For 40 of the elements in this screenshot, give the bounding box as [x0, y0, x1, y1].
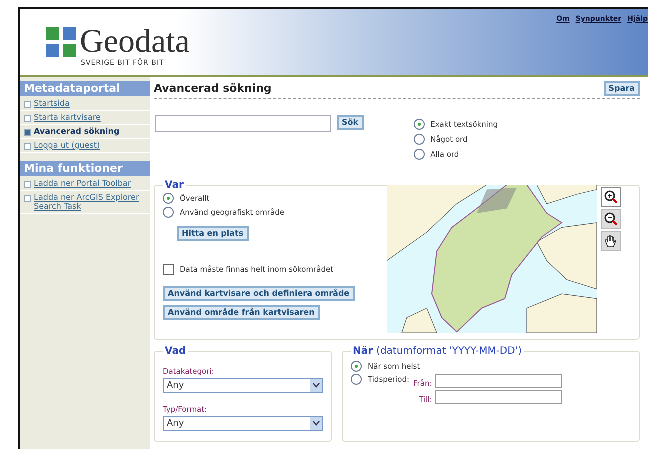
sidebar-heading: Metadataportal — [20, 81, 150, 96]
radio-button[interactable] — [351, 374, 362, 385]
radio-button[interactable] — [351, 361, 362, 372]
page-title: Avancerad sökning — [154, 82, 272, 95]
map-action-button[interactable]: Använd kartvisare och definiera område — [163, 286, 355, 301]
logo-wordmark: Geodata — [80, 25, 190, 59]
map-action-button[interactable]: Använd område från kartvisaren — [163, 305, 320, 320]
sidebar-link[interactable]: Avancerad sökning — [20, 125, 150, 139]
search-field[interactable] — [155, 115, 331, 132]
map-tool-button[interactable] — [601, 209, 621, 229]
radio-button[interactable] — [414, 119, 425, 130]
find-place-button[interactable]: Hitta en plats — [177, 226, 249, 241]
search-button[interactable]: Sök — [337, 115, 364, 130]
sidebar-heading: Mina funktioner — [20, 161, 150, 176]
date-field[interactable] — [435, 374, 562, 388]
hand-icon — [604, 234, 618, 248]
map-tool-button[interactable] — [601, 231, 621, 251]
sidebar-link[interactable]: Startsida — [20, 97, 150, 111]
section-title: Var — [164, 180, 185, 191]
sidebar-link[interactable]: Ladda ner Portal Toolbar — [20, 177, 150, 191]
sidebar-link[interactable]: Ladda ner ArcGIS Explorer Search Task — [20, 191, 150, 214]
section-title: När (datumformat 'YYYY-MM-DD') — [352, 346, 523, 357]
radio-button[interactable] — [163, 207, 174, 218]
caret-icon — [312, 421, 320, 426]
section-title: Vad — [164, 346, 188, 357]
zoom-in-icon — [604, 190, 618, 204]
radio-button[interactable] — [163, 193, 174, 204]
radio-button[interactable] — [414, 149, 425, 160]
checkbox[interactable] — [163, 264, 174, 275]
sidebar-link[interactable]: Starta kartvisare — [20, 111, 150, 125]
map-tool-button[interactable] — [601, 187, 621, 207]
logo-icon — [46, 27, 76, 57]
radio-button[interactable] — [414, 134, 425, 145]
caret-icon — [312, 383, 320, 388]
dropdown[interactable]: Any — [163, 416, 323, 431]
save-button[interactable]: Spara — [604, 81, 640, 96]
zoom-out-icon — [604, 212, 618, 226]
sidebar-link[interactable]: Logga ut (guest) — [20, 139, 150, 153]
dropdown[interactable]: Any — [163, 378, 323, 393]
date-field[interactable] — [435, 390, 562, 404]
